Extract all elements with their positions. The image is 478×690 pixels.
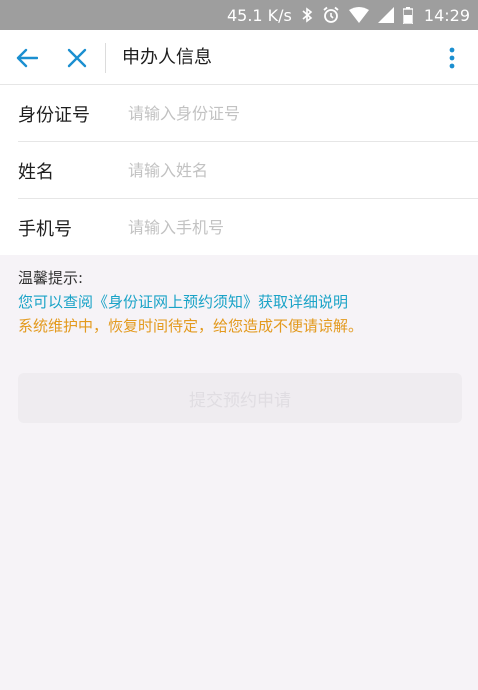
- back-button[interactable]: [12, 43, 42, 73]
- form-row-id-number: 身份证号: [0, 85, 478, 142]
- bluetooth-icon: [301, 6, 313, 24]
- clock-time: 14:29: [423, 5, 470, 25]
- app-bar: 申办人信息: [0, 30, 478, 85]
- submit-appointment-button[interactable]: 提交预约申请: [18, 373, 462, 423]
- form-row-phone: 手机号: [0, 199, 478, 256]
- alarm-icon: [322, 6, 340, 24]
- battery-icon: [402, 6, 413, 24]
- signal-icon: [377, 6, 394, 24]
- form-row-name: 姓名: [0, 142, 478, 199]
- network-speed: 45.1 K/s: [226, 5, 292, 25]
- app-bar-divider: [105, 43, 106, 73]
- more-vertical-icon: [449, 47, 455, 69]
- tips-title: 温馨提示:: [18, 269, 84, 287]
- name-label: 姓名: [18, 161, 54, 183]
- tips-section: 温馨提示: 您可以查阅《身份证网上预约须知》获取详细说明 系统维护中，恢复时间待…: [18, 266, 468, 338]
- phone-input[interactable]: [128, 207, 448, 248]
- status-bar: 45.1 K/s 14:29: [0, 0, 478, 30]
- back-arrow-icon: [16, 48, 38, 68]
- id-number-input[interactable]: [128, 93, 448, 134]
- page-title: 申办人信息: [122, 47, 212, 68]
- close-button[interactable]: [62, 43, 92, 73]
- wifi-icon: [348, 6, 369, 24]
- close-icon: [67, 48, 87, 68]
- applicant-form: 身份证号 姓名 手机号: [0, 85, 478, 255]
- name-input[interactable]: [128, 150, 448, 191]
- id-number-label: 身份证号: [18, 104, 90, 126]
- notice-link[interactable]: 您可以查阅《身份证网上预约须知》获取详细说明: [18, 290, 468, 314]
- more-menu-button[interactable]: [440, 43, 464, 73]
- phone-label: 手机号: [18, 218, 72, 240]
- maintenance-warning: 系统维护中，恢复时间待定，给您造成不便请谅解。: [18, 317, 364, 335]
